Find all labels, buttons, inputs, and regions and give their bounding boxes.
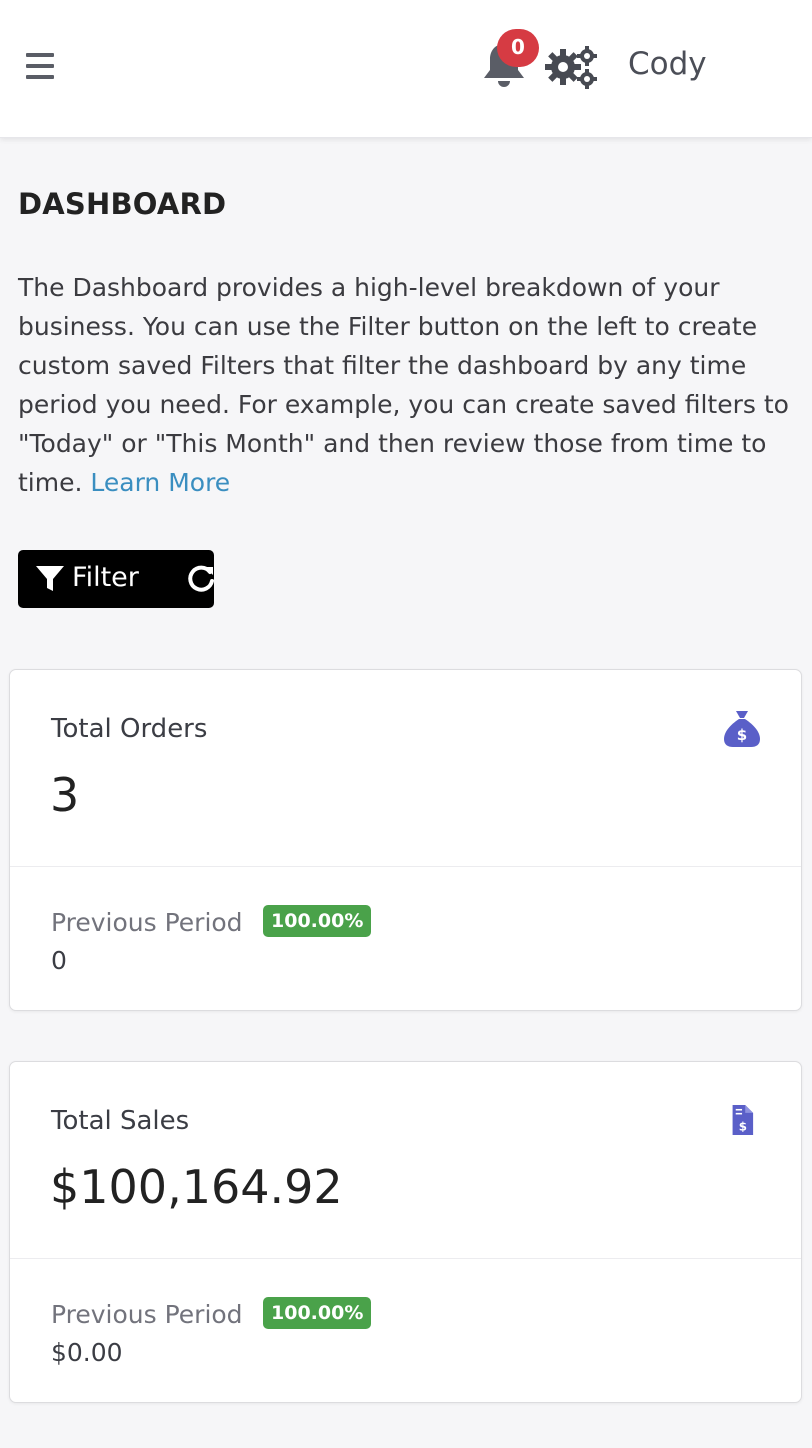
settings-gears-icon[interactable]: [544, 44, 600, 90]
svg-text:$: $: [739, 1119, 747, 1133]
top-navbar: 0 Cody: [0, 0, 812, 138]
card-summary: Total Sales $100,164.92 $: [10, 1062, 801, 1259]
card-value: 3: [50, 768, 80, 822]
change-percent-badge: 100.00%: [263, 1297, 372, 1329]
page-title: DASHBOARD: [18, 187, 227, 221]
previous-period-label: Previous Period: [51, 1300, 243, 1329]
previous-period-label: Previous Period: [51, 908, 243, 937]
previous-period-value: 0: [51, 946, 67, 975]
total-orders-card: Total Orders 3 $ Previous Period 100.00%…: [9, 669, 802, 1011]
menu-toggle-icon[interactable]: [26, 53, 54, 79]
money-bag-icon: $: [724, 711, 760, 747]
intro-paragraph: The Dashboard provides a high-level brea…: [18, 268, 798, 502]
filter-label: Filter: [72, 562, 139, 593]
card-label: Total Sales: [51, 1106, 190, 1136]
learn-more-link[interactable]: Learn More: [90, 468, 230, 497]
notification-count-badge: 0: [497, 29, 539, 67]
invoice-dollar-icon: $: [732, 1105, 754, 1135]
intro-text: The Dashboard provides a high-level brea…: [18, 273, 789, 497]
card-summary: Total Orders 3 $: [10, 670, 801, 867]
previous-period-value: $0.00: [51, 1338, 123, 1367]
user-name[interactable]: Cody: [628, 46, 707, 82]
filter-funnel-icon: [36, 566, 64, 591]
change-percent-badge: 100.00%: [263, 905, 372, 937]
refresh-icon[interactable]: [186, 564, 216, 594]
card-label: Total Orders: [51, 714, 208, 744]
svg-text:$: $: [737, 726, 747, 744]
total-sales-card: Total Sales $100,164.92 $ Previous Perio…: [9, 1061, 802, 1403]
card-value: $100,164.92: [50, 1160, 343, 1214]
filter-button[interactable]: Filter: [18, 550, 214, 608]
